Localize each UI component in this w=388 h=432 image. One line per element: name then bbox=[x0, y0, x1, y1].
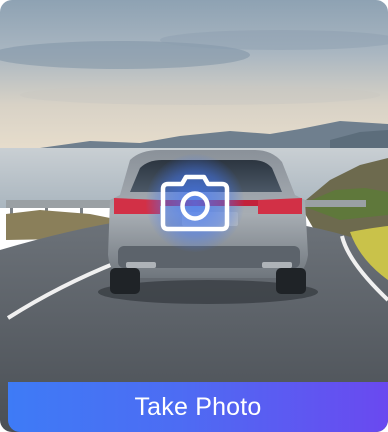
take-photo-button[interactable]: Take Photo bbox=[8, 382, 388, 432]
take-photo-label: Take Photo bbox=[134, 392, 262, 421]
camera-icon bbox=[160, 174, 230, 232]
take-photo-card[interactable]: Take Photo bbox=[0, 0, 388, 432]
camera-button[interactable] bbox=[146, 154, 244, 252]
